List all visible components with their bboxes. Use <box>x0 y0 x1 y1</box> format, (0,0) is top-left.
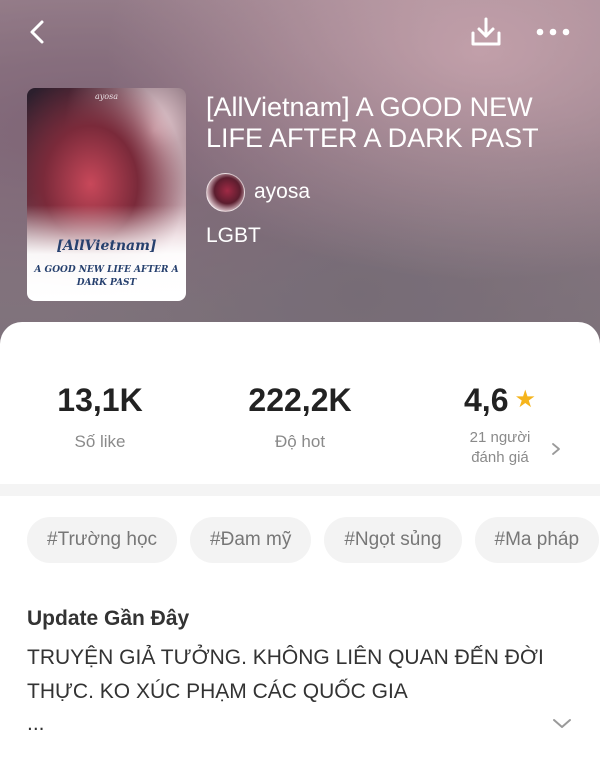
book-cover[interactable]: ayosa [AllVietnam] A GOOD NEW LIFE AFTER… <box>27 88 186 301</box>
book-genre[interactable]: LGBT <box>206 224 261 248</box>
download-icon <box>471 17 501 46</box>
rating-value: 4,6 <box>464 382 509 418</box>
author-name[interactable]: ayosa <box>254 180 310 204</box>
cover-series-text: [AllVietnam] <box>56 238 157 254</box>
section-divider <box>0 484 600 496</box>
top-bar <box>0 0 600 64</box>
likes-label: Số like <box>74 432 126 451</box>
tag-ngot-sung[interactable]: #Ngọt sủng <box>324 517 462 563</box>
author-row[interactable]: ayosa <box>206 172 310 212</box>
tag-truong-hoc[interactable]: #Trường học <box>27 517 178 563</box>
recent-update-heading: Update Gần Đây <box>27 607 190 630</box>
hot-count: 222,2K <box>248 382 352 418</box>
book-title: [AllVietnam] A GOOD NEW LIFE AFTER A DAR… <box>206 92 539 153</box>
stats-card: 13,1K Số like 222,2K Độ hot 4,6 ★ 21 ngư… <box>0 322 600 482</box>
more-horizontal-icon <box>536 28 570 36</box>
tag-ma-phap[interactable]: #Ma pháp <box>474 517 600 563</box>
star-icon: ★ <box>514 386 536 413</box>
rating-count-label: 21 người đánh giá <box>469 429 531 466</box>
hot-label: Độ hot <box>274 432 326 451</box>
download-button[interactable] <box>464 10 508 54</box>
cover-title-text: A GOOD NEW LIFE AFTER A DARK PAST <box>34 265 179 288</box>
likes-count: 13,1K <box>57 382 143 418</box>
cover-author-mark: ayosa <box>95 92 118 101</box>
rating-value-row: 4,6 ★ <box>464 382 536 418</box>
author-avatar[interactable] <box>206 172 245 212</box>
update-ellipsis: ... <box>27 712 45 735</box>
chevron-left-icon <box>30 20 44 44</box>
back-button[interactable] <box>16 10 60 54</box>
hot-stat: 222,2K Độ hot <box>200 382 400 452</box>
rating-stat[interactable]: 4,6 ★ 21 người đánh giá <box>400 382 600 468</box>
tag-list: #Trường học #Đam mỹ #Ngọt sủng #Ma pháp <box>27 517 600 563</box>
recent-update-text: TRUYỆN GIẢ TƯỞNG. KHÔNG LIÊN QUAN ĐẾN ĐỜ… <box>27 646 544 703</box>
more-options-button[interactable] <box>531 10 575 54</box>
tag-dam-my[interactable]: #Đam mỹ <box>190 517 312 563</box>
chevron-right-icon[interactable] <box>551 442 561 461</box>
likes-stat: 13,1K Số like <box>0 382 200 452</box>
chevron-down-icon[interactable] <box>550 712 574 736</box>
book-header: ayosa [AllVietnam] A GOOD NEW LIFE AFTER… <box>0 0 600 345</box>
